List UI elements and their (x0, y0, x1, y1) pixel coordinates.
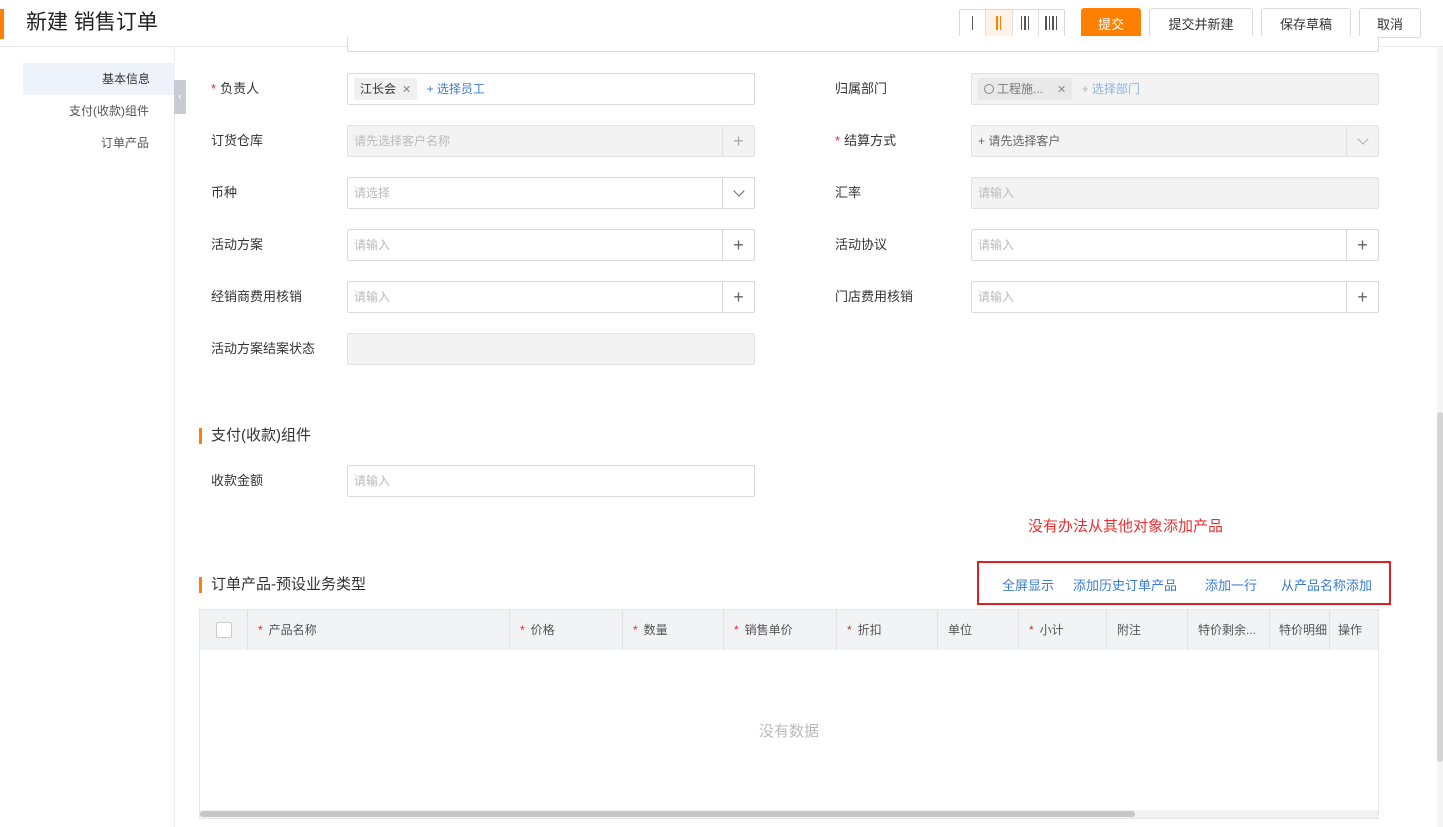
nav-item-basic-info[interactable]: 基本信息 (23, 63, 175, 95)
nav-item-payment[interactable]: 支付(收款)组件 (0, 95, 149, 127)
plus-icon[interactable]: + (722, 126, 754, 156)
dealer-expense-field[interactable]: 请输入 + (347, 281, 755, 313)
column-header: 操作 (1338, 623, 1363, 637)
plus-icon[interactable]: + (1346, 230, 1378, 260)
submit-and-new-button[interactable]: 提交并新建 (1149, 8, 1253, 38)
select-employee-link[interactable]: + 选择员工 (427, 82, 485, 96)
select-all-checkbox[interactable] (216, 622, 232, 638)
plan-status-field (347, 333, 755, 365)
vertical-scrollbar[interactable] (1437, 47, 1443, 827)
horizontal-scrollbar[interactable] (200, 810, 1378, 818)
currency-label: 币种 (211, 185, 238, 200)
empty-state-text: 没有数据 (758, 723, 819, 740)
save-draft-button[interactable]: 保存草稿 (1261, 8, 1351, 38)
layout-2-column-button[interactable] (986, 10, 1013, 36)
collapse-nav-handle[interactable]: ‹ (174, 80, 186, 114)
owner-tag: 江长会 ✕ (354, 78, 418, 100)
owner-field[interactable]: 江长会 ✕ + 选择员工 (347, 73, 755, 105)
activity-plan-field[interactable]: 请输入 + (347, 229, 755, 261)
plus-icon[interactable]: + (722, 230, 754, 260)
circle-icon (984, 84, 994, 94)
select-department-link[interactable]: + 选择部门 (1082, 82, 1140, 96)
column-layout-switch (959, 9, 1065, 37)
warehouse-label: 订货仓库 (211, 133, 264, 148)
payment-section-title: 支付(收款)组件 (199, 426, 311, 446)
exchange-rate-label: 汇率 (835, 185, 862, 200)
column-header[interactable]: 单位 (938, 610, 1019, 650)
submit-button[interactable]: 提交 (1081, 8, 1141, 38)
dealer-expense-label: 经销商费用核销 (211, 289, 303, 304)
column-header[interactable]: * 折扣 (837, 610, 938, 650)
fullscreen-link[interactable]: 全屏显示 (1002, 575, 1054, 594)
scrollbar-thumb[interactable] (1437, 412, 1443, 762)
activity-agreement-label: 活动协议 (835, 237, 888, 252)
add-history-products-link[interactable]: 添加历史订单产品 (1073, 575, 1177, 594)
layout-4-column-button[interactable] (1039, 10, 1064, 36)
nav-item-order-products[interactable]: 订单产品 (0, 127, 149, 159)
activity-agreement-field[interactable]: 请输入 + (971, 229, 1379, 261)
column-header[interactable]: * 数量 (623, 610, 724, 650)
column-header[interactable]: 特价剩余... (1188, 610, 1270, 650)
exchange-rate-input[interactable]: 请输入 (971, 177, 1379, 209)
header-accent-bar (0, 9, 4, 39)
department-tag: 工程施... ✕ (978, 78, 1073, 100)
amount-input[interactable]: 请输入 (347, 465, 755, 497)
store-expense-label: 门店费用核销 (835, 289, 914, 304)
products-section-title: 订单产品-预设业务类型 (199, 575, 366, 595)
required-mark: * (835, 133, 841, 148)
column-header[interactable]: 特价明细 (1270, 610, 1330, 650)
column-header[interactable]: * 价格 (510, 610, 623, 650)
settlement-select[interactable]: + 请先选择客户 (971, 125, 1379, 157)
layout-3-column-button[interactable] (1013, 10, 1039, 36)
layout-1-column-button[interactable] (960, 10, 987, 36)
select-all-cell (200, 610, 248, 650)
remove-tag-icon[interactable]: ✕ (402, 84, 411, 96)
currency-select[interactable]: 请选择 (347, 177, 755, 209)
column-header[interactable]: 附注 (1107, 610, 1188, 650)
column-header[interactable]: * 产品名称 (248, 610, 510, 650)
settlement-label: * 结算方式 (835, 133, 897, 148)
chevron-down-icon[interactable] (722, 178, 754, 208)
products-table: * 产品名称 * 价格 * 数量 * 销售单价 * 折扣 单位 * 小计 附注 特价剩余..… (199, 609, 1379, 819)
section-nav: 基本信息 支付(收款)组件 订单产品 (0, 47, 175, 827)
amount-label: 收款金额 (211, 473, 264, 488)
scrollbar-thumb[interactable] (200, 811, 1135, 817)
activity-plan-label: 活动方案 (211, 237, 264, 252)
warehouse-field[interactable]: 请先选择客户名称 + (347, 125, 755, 157)
cut-off-input[interactable] (347, 36, 1379, 52)
page-title: 新建 销售订单 (26, 11, 158, 34)
cancel-button[interactable]: 取消 (1359, 8, 1421, 38)
chevron-left-icon: ‹ (178, 91, 182, 103)
column-header[interactable]: * 销售单价 (724, 610, 837, 650)
plan-status-label: 活动方案结案状态 (211, 341, 316, 356)
store-expense-field[interactable]: 请输入 + (971, 281, 1379, 313)
add-row-link[interactable]: 添加一行 (1205, 575, 1257, 594)
add-by-product-name-link[interactable]: 从产品名称添加 (1281, 575, 1372, 594)
department-label: 归属部门 (835, 81, 888, 96)
table-header: * 产品名称 * 价格 * 数量 * 销售单价 * 折扣 单位 * 小计 附注 特价剩余..… (200, 610, 1378, 650)
annotation-note: 没有办法从其他对象添加产品 (1028, 518, 1224, 535)
department-field[interactable]: 工程施... ✕ + 选择部门 (971, 73, 1379, 105)
remove-tag-icon[interactable]: ✕ (1057, 84, 1066, 96)
owner-label: * 负责人 (211, 81, 260, 96)
column-header[interactable]: * 小计 (1019, 610, 1107, 650)
plus-icon[interactable]: + (1346, 282, 1378, 312)
plus-icon[interactable]: + (722, 282, 754, 312)
chevron-down-icon[interactable] (1346, 126, 1378, 156)
required-mark: * (211, 81, 217, 96)
